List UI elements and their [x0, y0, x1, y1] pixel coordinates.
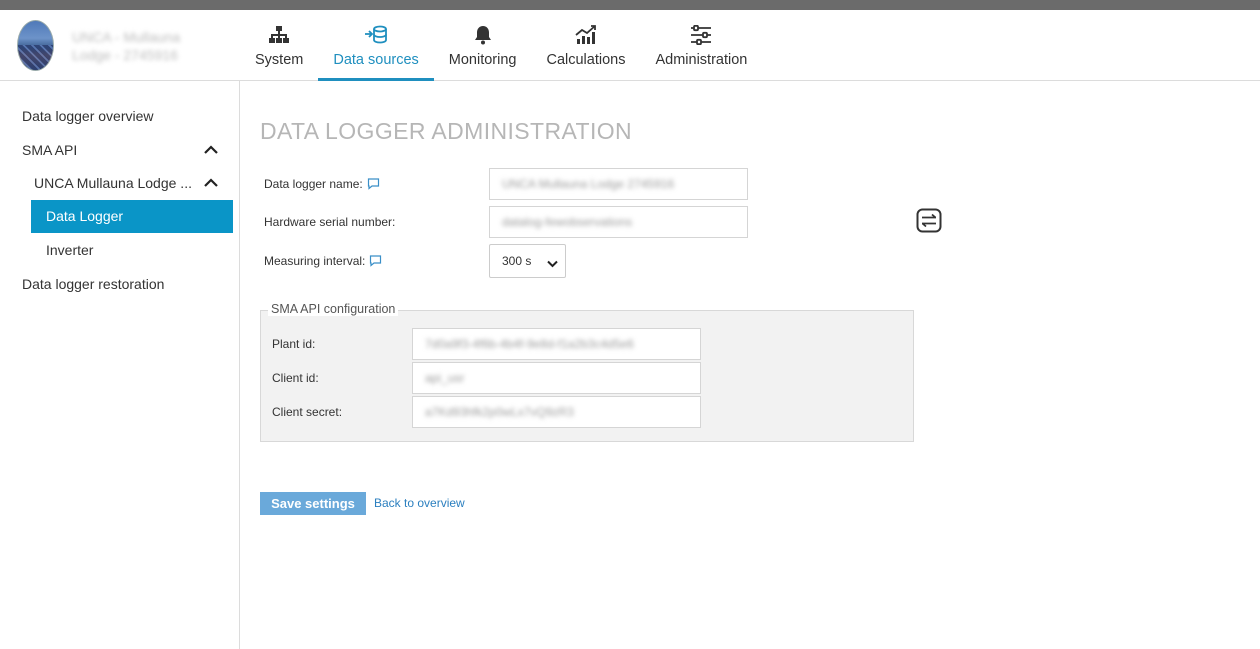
data-logger-name-input[interactable]: UNCA Mullauna Lodge 2745916 — [489, 168, 748, 200]
bell-icon — [470, 24, 496, 46]
sliders-icon — [688, 24, 714, 46]
plant-id-value: 7d0a9f3-4f6b-4b4f-9e8d-f1a2b3c4d5e6 — [425, 337, 634, 351]
site-name-line2: Lodge - 2745916 — [72, 47, 178, 63]
site-logo — [17, 20, 54, 71]
measuring-interval-label: Measuring interval: — [264, 254, 382, 270]
app-header: UNCA - Mullauna Lodge - 2745916 System D… — [0, 10, 1260, 81]
sidebar: Data logger overview SMA API UNCA Mullau… — [0, 81, 240, 649]
back-to-overview-link[interactable]: Back to overview — [374, 496, 465, 510]
nav-system-label: System — [255, 52, 304, 68]
nav-administration-label: Administration — [655, 52, 748, 68]
hardware-serial-value: datalog-fewobservations — [502, 215, 633, 229]
swap-icon[interactable] — [916, 208, 942, 233]
sitemap-icon — [266, 24, 292, 46]
sidebar-item-restoration[interactable]: Data logger restoration — [22, 276, 164, 292]
sma-api-config-legend: SMA API configuration — [268, 302, 399, 316]
data-logger-name-value: UNCA Mullauna Lodge 2745916 — [502, 177, 675, 191]
nav-data-sources[interactable]: Data sources — [318, 10, 434, 81]
comment-icon[interactable] — [367, 178, 380, 193]
client-secret-label: Client secret: — [272, 405, 343, 419]
save-settings-button[interactable]: Save settings — [260, 492, 366, 515]
data-logger-name-label-text: Data logger name: — [264, 177, 363, 191]
site-name-line1: UNCA - Mullauna — [72, 29, 181, 45]
client-secret-input[interactable]: a7Kd93hfk2p0wLx7vQ9zR3 — [412, 396, 701, 428]
hardware-serial-input[interactable]: datalog-fewobservations — [489, 206, 748, 238]
nav-data-sources-label: Data sources — [333, 52, 419, 68]
nav-calculations-label: Calculations — [546, 52, 626, 68]
sidebar-item-data-logger[interactable]: Data Logger — [31, 200, 233, 233]
measuring-interval-select[interactable]: 300 s — [489, 244, 566, 278]
chevron-up-icon[interactable] — [203, 177, 219, 189]
client-id-input[interactable]: api_usr — [412, 362, 701, 394]
client-id-value: api_usr — [425, 371, 465, 385]
site-name: UNCA - Mullauna Lodge - 2745916 — [72, 28, 222, 64]
data-logger-name-label: Data logger name: — [264, 177, 380, 193]
sidebar-item-sma-api[interactable]: SMA API — [22, 142, 77, 158]
chart-growth-icon — [573, 24, 599, 46]
plant-id-input[interactable]: 7d0a9f3-4f6b-4b4f-9e8d-f1a2b3c4d5e6 — [412, 328, 701, 360]
window-top-strip — [0, 0, 1260, 10]
measuring-interval-label-text: Measuring interval: — [264, 254, 366, 268]
hardware-serial-label: Hardware serial number: — [264, 215, 396, 229]
page-title: DATA LOGGER ADMINISTRATION — [260, 118, 633, 144]
chevron-down-icon — [547, 257, 558, 271]
nav-system[interactable]: System — [240, 10, 318, 81]
sidebar-item-overview[interactable]: Data logger overview — [22, 108, 154, 124]
nav-monitoring-label: Monitoring — [448, 52, 517, 68]
plant-id-label: Plant id: — [272, 337, 316, 351]
client-secret-value: a7Kd93hfk2p0wLx7vQ9zR3 — [425, 405, 574, 419]
sidebar-item-inverter[interactable]: Inverter — [46, 242, 93, 258]
main-nav: System Data sources Monitoring Calculati… — [240, 10, 762, 81]
nav-monitoring[interactable]: Monitoring — [434, 10, 532, 81]
chevron-up-icon[interactable] — [203, 144, 219, 156]
comment-icon[interactable] — [369, 255, 382, 270]
sidebar-item-plant[interactable]: UNCA Mullauna Lodge ... — [34, 175, 192, 191]
database-arrow-icon — [363, 24, 389, 46]
nav-administration[interactable]: Administration — [640, 10, 762, 81]
measuring-interval-value: 300 s — [502, 254, 532, 268]
nav-calculations[interactable]: Calculations — [531, 10, 640, 81]
client-id-label: Client id: — [272, 371, 319, 385]
